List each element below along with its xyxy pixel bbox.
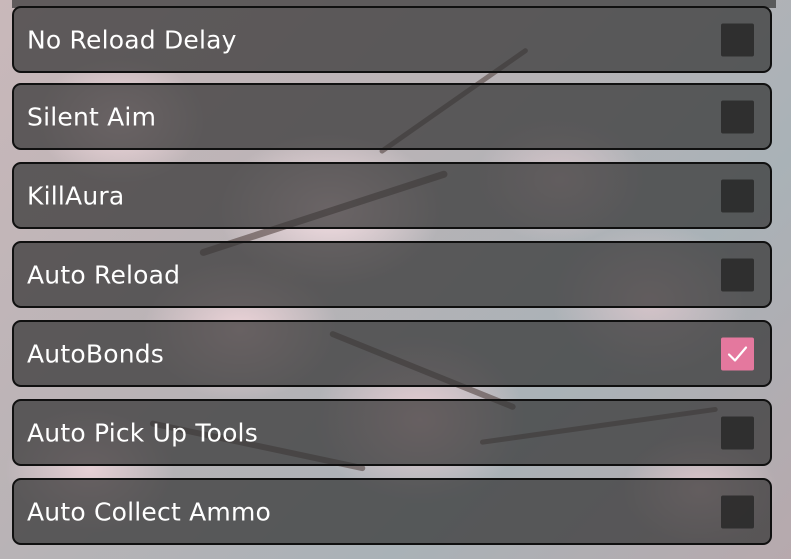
- toggle-checkbox[interactable]: [721, 100, 754, 133]
- toggle-label: Auto Pick Up Tools: [27, 418, 258, 447]
- toggle-label: Auto Collect Ammo: [27, 497, 272, 526]
- toggle-label: KillAura: [27, 181, 125, 210]
- checkmark-icon: [727, 345, 748, 362]
- toggle-checkbox[interactable]: [721, 416, 754, 449]
- toggle-row-silent-aim[interactable]: Silent Aim: [12, 83, 772, 150]
- toggle-row-no-reload-delay[interactable]: No Reload Delay: [12, 6, 772, 73]
- toggle-checkbox[interactable]: [721, 179, 754, 212]
- toggle-row-auto-pick-up-tools[interactable]: Auto Pick Up Tools: [12, 399, 772, 466]
- toggle-checkbox[interactable]: [721, 23, 754, 56]
- toggle-row-killaura[interactable]: KillAura: [12, 162, 772, 229]
- toggle-row-autobonds[interactable]: AutoBonds: [12, 320, 772, 387]
- toggle-checkbox[interactable]: [721, 258, 754, 291]
- toggle-label: No Reload Delay: [27, 25, 237, 54]
- toggle-label: AutoBonds: [27, 339, 165, 368]
- toggle-label: Silent Aim: [27, 102, 157, 131]
- toggle-row-auto-collect-ammo[interactable]: Auto Collect Ammo: [12, 478, 772, 545]
- toggle-row-auto-reload[interactable]: Auto Reload: [12, 241, 772, 308]
- toggle-label: Auto Reload: [27, 260, 181, 289]
- toggle-checkbox[interactable]: [721, 495, 754, 528]
- toggle-checkbox[interactable]: [721, 337, 754, 370]
